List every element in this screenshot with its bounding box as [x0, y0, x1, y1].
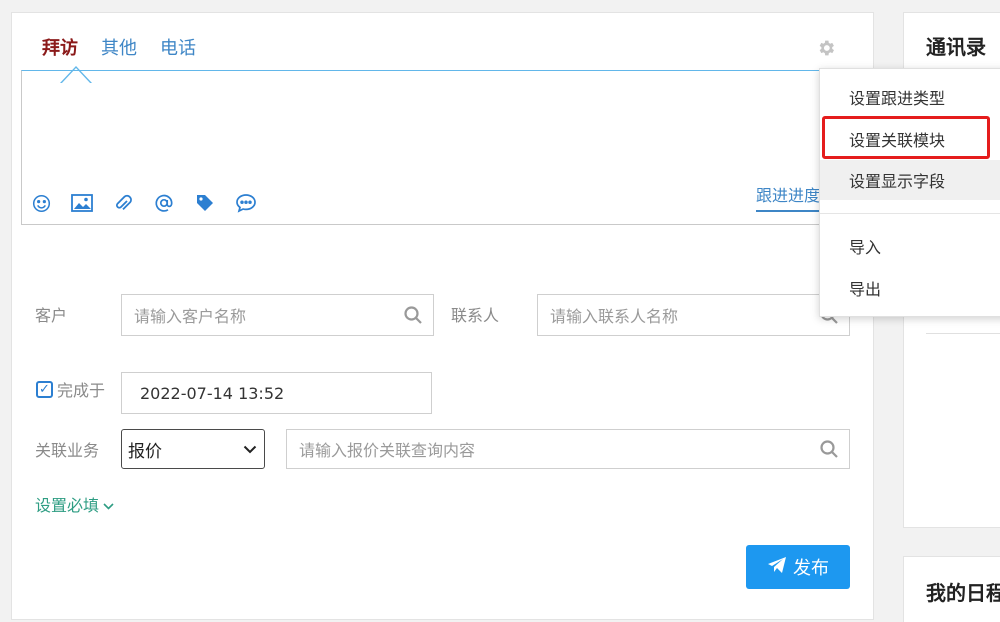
menu-item-set-followup-type[interactable]: 设置跟进类型 — [820, 77, 1000, 117]
tab-visit[interactable]: 拜访 — [42, 34, 78, 60]
completed-checkbox[interactable]: ✓ 完成于 — [36, 377, 105, 401]
chevron-down-icon — [103, 495, 114, 514]
contacts-title: 通讯录 — [926, 35, 986, 59]
completed-label: 完成于 — [57, 381, 106, 400]
completed-datetime-input[interactable]: 2022-07-14 13:52 — [121, 372, 432, 414]
customer-input[interactable]: 请输入客户名称 — [121, 294, 434, 336]
set-required-link[interactable]: 设置必填 — [35, 492, 114, 516]
checkbox-icon[interactable]: ✓ — [36, 380, 53, 398]
tab-phone[interactable]: 电话 — [160, 34, 196, 60]
customer-label: 客户 — [35, 306, 68, 325]
related-search-input[interactable]: 请输入报价关联查询内容 — [286, 429, 850, 469]
editor-toolbar — [30, 192, 257, 214]
search-icon[interactable] — [393, 305, 433, 325]
menu-item-export[interactable]: 导出 — [820, 268, 1000, 308]
contact-input[interactable]: 请输入联系人名称 — [537, 294, 850, 336]
schedule-card: 我的日程 — [903, 556, 1000, 622]
contact-label: 联系人 — [451, 306, 500, 325]
gear-icon[interactable] — [815, 38, 837, 60]
publish-button[interactable]: 发布 — [746, 545, 850, 589]
menu-item-import[interactable]: 导入 — [820, 226, 1000, 266]
highlight-annotation — [822, 116, 990, 159]
image-icon[interactable] — [71, 192, 93, 214]
chevron-down-icon — [236, 445, 264, 454]
related-business-label: 关联业务 — [35, 441, 100, 460]
tag-icon[interactable] — [194, 192, 216, 214]
note-editor[interactable]: 跟进进度 — [21, 70, 839, 225]
completed-datetime-value: 2022-07-14 13:52 — [140, 383, 285, 403]
contact-placeholder: 请输入联系人名称 — [550, 307, 679, 326]
tab-other[interactable]: 其他 — [101, 34, 137, 60]
paperclip-icon[interactable] — [112, 192, 134, 214]
at-icon[interactable] — [153, 192, 175, 214]
schedule-title: 我的日程 — [926, 581, 1000, 605]
related-select-value: 报价 — [128, 441, 162, 462]
settings-dropdown-menu: 设置跟进类型 设置关联模块 设置显示字段 导入 导出 — [819, 68, 1000, 317]
related-business-select[interactable]: 报价 — [121, 429, 265, 469]
search-icon[interactable] — [809, 439, 849, 459]
smile-icon[interactable] — [30, 192, 52, 214]
menu-item-set-display-fields[interactable]: 设置显示字段 — [820, 160, 1000, 200]
related-placeholder: 请输入报价关联查询内容 — [299, 441, 476, 460]
publish-label: 发布 — [793, 558, 829, 579]
chat-icon[interactable] — [235, 192, 257, 214]
send-icon — [767, 556, 787, 579]
menu-divider — [820, 213, 1000, 214]
divider — [926, 333, 1000, 334]
progress-link[interactable]: 跟进进度 — [755, 182, 820, 212]
customer-placeholder: 请输入客户名称 — [134, 307, 247, 326]
set-required-label: 设置必填 — [35, 496, 100, 515]
followup-tabs: 拜访 其他 电话 — [42, 34, 196, 60]
